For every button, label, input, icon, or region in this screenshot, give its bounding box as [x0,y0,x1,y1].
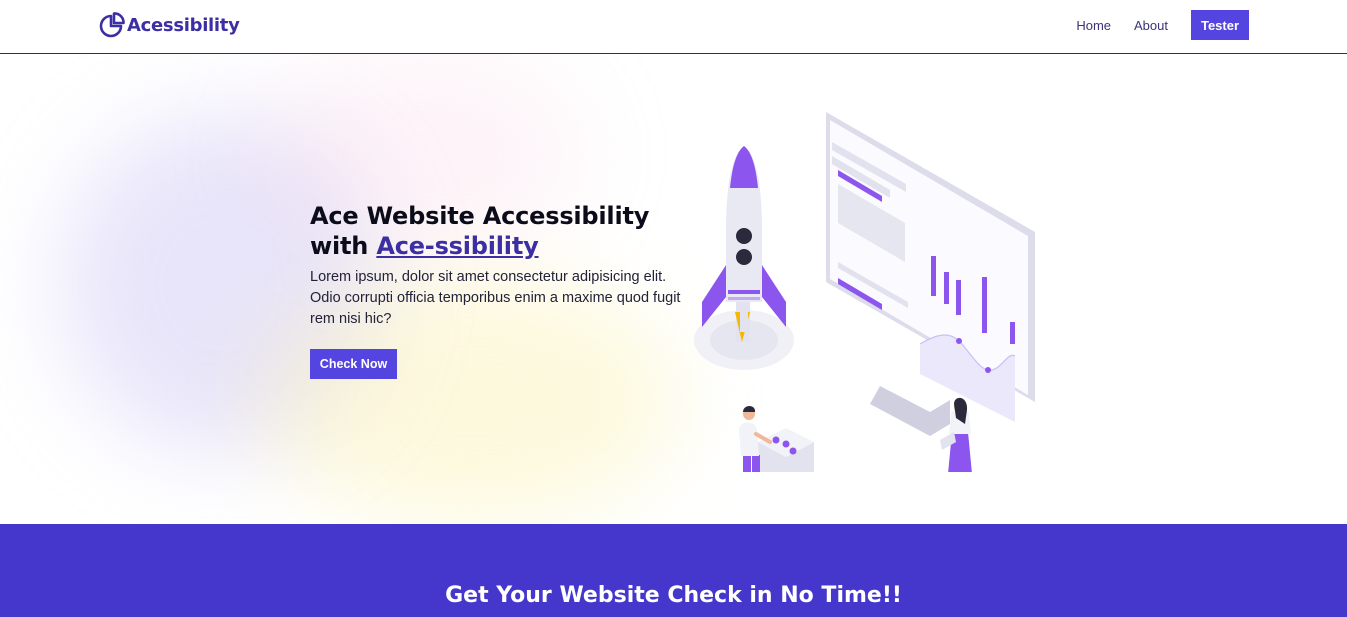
hero-title-link[interactable]: Ace-ssibility [376,232,538,260]
hero-title: Ace Website Accessibility with Ace-ssibi… [310,201,690,261]
nav-link-about[interactable]: About [1134,18,1168,33]
hero-section: Ace Website Accessibility with Ace-ssibi… [0,54,1347,524]
brand-logo[interactable]: Acessibility [98,12,240,39]
tester-button[interactable]: Tester [1191,10,1249,40]
nav-links: Home About Tester [1076,10,1249,40]
hero-description: Lorem ipsum, dolor sit amet consectetur … [310,269,681,327]
rocket-icon [694,146,794,370]
hero-text: Ace Website Accessibility with Ace-ssibi… [310,201,690,379]
brand-name: Acessibility [127,15,240,36]
navbar: Acessibility Home About Tester [0,0,1347,54]
person-left-icon [739,406,814,472]
check-now-button[interactable]: Check Now [310,349,397,379]
hero-title-line1: Ace Website Accessibility [310,202,650,230]
pie-chart-icon [99,12,125,38]
nav-link-home[interactable]: Home [1076,18,1111,33]
cta-section: Get Your Website Check in No Time!! [0,524,1347,617]
hero-title-prefix: with [310,232,377,260]
cta-title: Get Your Website Check in No Time!! [445,583,902,608]
monitor-icon [826,112,1035,436]
hero-illustration [694,112,1035,472]
